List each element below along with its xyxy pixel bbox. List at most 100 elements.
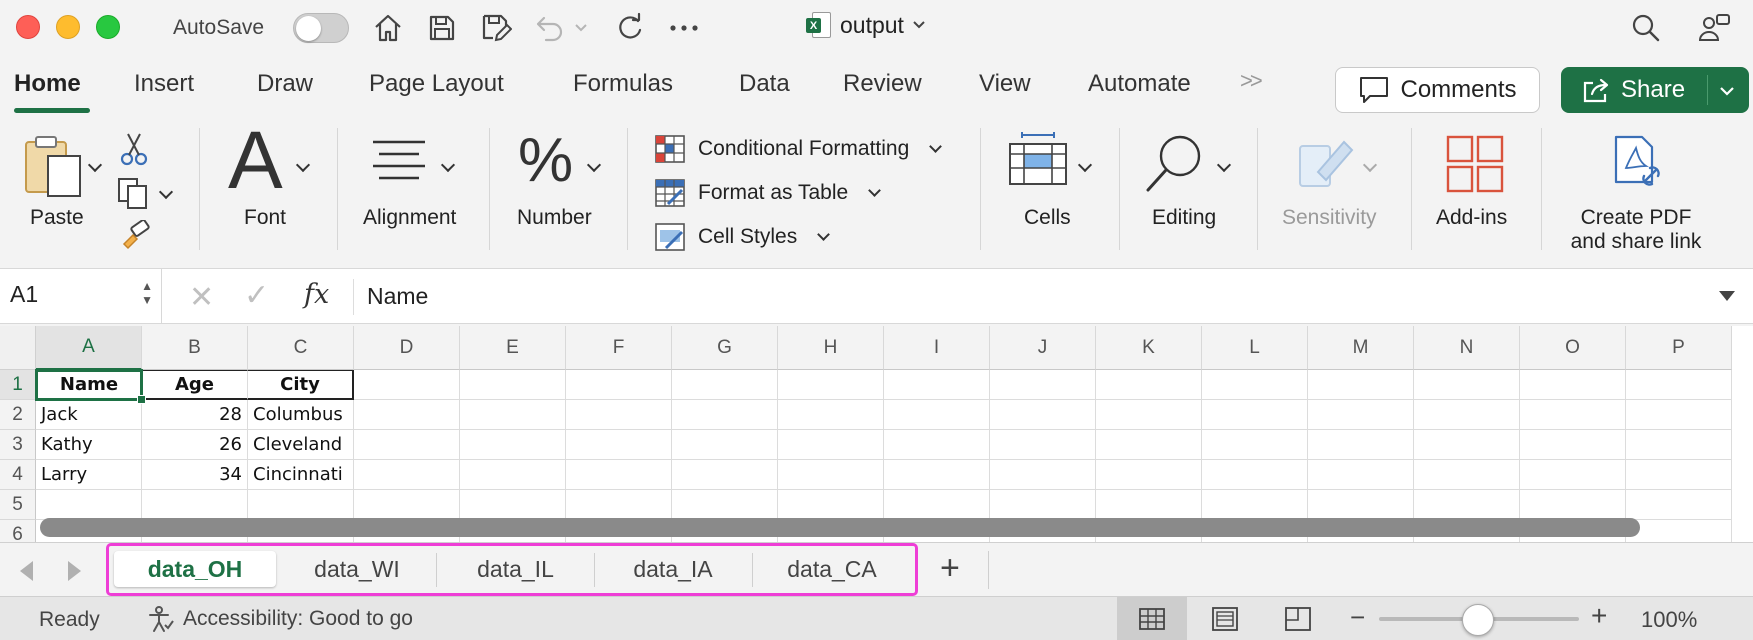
share-people-icon[interactable]	[1696, 10, 1732, 46]
cell-b5[interactable]	[142, 490, 248, 520]
minimize-window-button[interactable]	[56, 15, 80, 39]
search-icon[interactable]	[1628, 10, 1664, 46]
column-header-k[interactable]: K	[1096, 326, 1202, 370]
row-header-4[interactable]: 4	[0, 460, 36, 490]
home-icon[interactable]	[370, 10, 406, 46]
cell-e1[interactable]	[460, 370, 566, 400]
add-ins-icon[interactable]	[1445, 134, 1505, 194]
editing-options-chevron-icon[interactable]	[1216, 157, 1232, 173]
sheet-tab-data-wi[interactable]: data_WI	[276, 551, 438, 587]
create-pdf-icon[interactable]	[1612, 134, 1668, 194]
horizontal-scrollbar[interactable]	[40, 518, 1640, 537]
cell-f4[interactable]	[566, 460, 672, 490]
row-header-6[interactable]: 6	[0, 520, 36, 542]
cell-p1[interactable]	[1626, 370, 1732, 400]
alignment-options-chevron-icon[interactable]	[440, 157, 456, 173]
cell-b1[interactable]: Age	[142, 370, 248, 400]
cell-e5[interactable]	[460, 490, 566, 520]
cell-n2[interactable]	[1414, 400, 1520, 430]
editing-search-icon[interactable]	[1142, 132, 1210, 198]
cells-options-chevron-icon[interactable]	[1077, 157, 1093, 173]
cell-d1[interactable]	[354, 370, 460, 400]
cell-b3[interactable]: 26	[142, 430, 248, 460]
cell-g3[interactable]	[672, 430, 778, 460]
cell-i1[interactable]	[884, 370, 990, 400]
cell-i2[interactable]	[884, 400, 990, 430]
row-header-2[interactable]: 2	[0, 400, 36, 430]
cell-l3[interactable]	[1202, 430, 1308, 460]
font-options-chevron-icon[interactable]	[295, 157, 311, 173]
cell-a2[interactable]: Jack	[36, 400, 142, 430]
formula-input[interactable]: Name	[367, 283, 428, 310]
more-tabs-button[interactable]: >>	[1240, 68, 1263, 94]
cell-b4[interactable]: 34	[142, 460, 248, 490]
cell-p4[interactable]	[1626, 460, 1732, 490]
column-header-p[interactable]: P	[1626, 326, 1732, 370]
cell-k3[interactable]	[1096, 430, 1202, 460]
cell-k4[interactable]	[1096, 460, 1202, 490]
cell-c5[interactable]	[248, 490, 354, 520]
cell-l4[interactable]	[1202, 460, 1308, 490]
format-as-table-button[interactable]: Format as Table	[654, 178, 882, 208]
previous-sheet-icon[interactable]	[20, 561, 33, 581]
cell-g2[interactable]	[672, 400, 778, 430]
save-icon[interactable]	[424, 10, 460, 46]
cell-k5[interactable]	[1096, 490, 1202, 520]
fill-handle[interactable]	[137, 395, 146, 404]
cell-p2[interactable]	[1626, 400, 1732, 430]
cell-a4[interactable]: Larry	[36, 460, 142, 490]
tab-view[interactable]: View	[979, 70, 1031, 98]
cell-k2[interactable]	[1096, 400, 1202, 430]
cell-f3[interactable]	[566, 430, 672, 460]
zoom-level[interactable]: 100%	[1641, 607, 1697, 633]
column-header-b[interactable]: B	[142, 326, 248, 370]
cell-o5[interactable]	[1520, 490, 1626, 520]
paste-options-chevron-icon[interactable]	[87, 157, 103, 173]
cell-c2[interactable]: Columbus	[248, 400, 354, 430]
cell-o3[interactable]	[1520, 430, 1626, 460]
zoom-window-button[interactable]	[96, 15, 120, 39]
cell-i3[interactable]	[884, 430, 990, 460]
column-header-j[interactable]: J	[990, 326, 1096, 370]
cell-m3[interactable]	[1308, 430, 1414, 460]
column-header-a[interactable]: A	[36, 326, 142, 370]
cell-a5[interactable]	[36, 490, 142, 520]
cell-n1[interactable]	[1414, 370, 1520, 400]
chevron-down-icon[interactable]	[1719, 86, 1735, 96]
tab-home[interactable]: Home	[14, 70, 81, 98]
cell-i4[interactable]	[884, 460, 990, 490]
cell-m4[interactable]	[1308, 460, 1414, 490]
cell-d3[interactable]	[354, 430, 460, 460]
tab-automate[interactable]: Automate	[1088, 70, 1191, 98]
cell-d2[interactable]	[354, 400, 460, 430]
cell-f2[interactable]	[566, 400, 672, 430]
copy-options-chevron-icon[interactable]	[158, 184, 174, 200]
tab-review[interactable]: Review	[843, 70, 922, 98]
cell-l1[interactable]	[1202, 370, 1308, 400]
column-header-d[interactable]: D	[354, 326, 460, 370]
spreadsheet-grid[interactable]: A B C D E F G H I J K L M N O P 1 Name Age City 2 Jack 28 Colum…	[0, 326, 1753, 542]
cell-styles-button[interactable]: Cell Styles	[654, 222, 831, 252]
comments-button[interactable]: Comments	[1335, 67, 1540, 113]
cell-k1[interactable]	[1096, 370, 1202, 400]
cell-m5[interactable]	[1308, 490, 1414, 520]
name-box-stepper-icon[interactable]: ▲ ▼	[141, 279, 153, 307]
conditional-formatting-button[interactable]: Conditional Formatting	[654, 134, 943, 164]
cell-n3[interactable]	[1414, 430, 1520, 460]
tab-data[interactable]: Data	[739, 70, 790, 98]
cell-h4[interactable]	[778, 460, 884, 490]
column-header-f[interactable]: F	[566, 326, 672, 370]
sheet-tab-data-ca[interactable]: data_CA	[752, 551, 912, 587]
next-sheet-icon[interactable]	[68, 561, 81, 581]
zoom-slider-handle[interactable]	[1462, 604, 1494, 636]
cell-e2[interactable]	[460, 400, 566, 430]
cell-h5[interactable]	[778, 490, 884, 520]
enter-check-icon[interactable]: ✓	[244, 278, 269, 313]
insert-function-button[interactable]: fx	[304, 279, 329, 310]
cell-l5[interactable]	[1202, 490, 1308, 520]
autosave-toggle[interactable]	[293, 13, 349, 43]
cell-l2[interactable]	[1202, 400, 1308, 430]
undo-icon[interactable]	[532, 10, 568, 46]
tab-insert[interactable]: Insert	[134, 70, 194, 98]
cell-j3[interactable]	[990, 430, 1096, 460]
